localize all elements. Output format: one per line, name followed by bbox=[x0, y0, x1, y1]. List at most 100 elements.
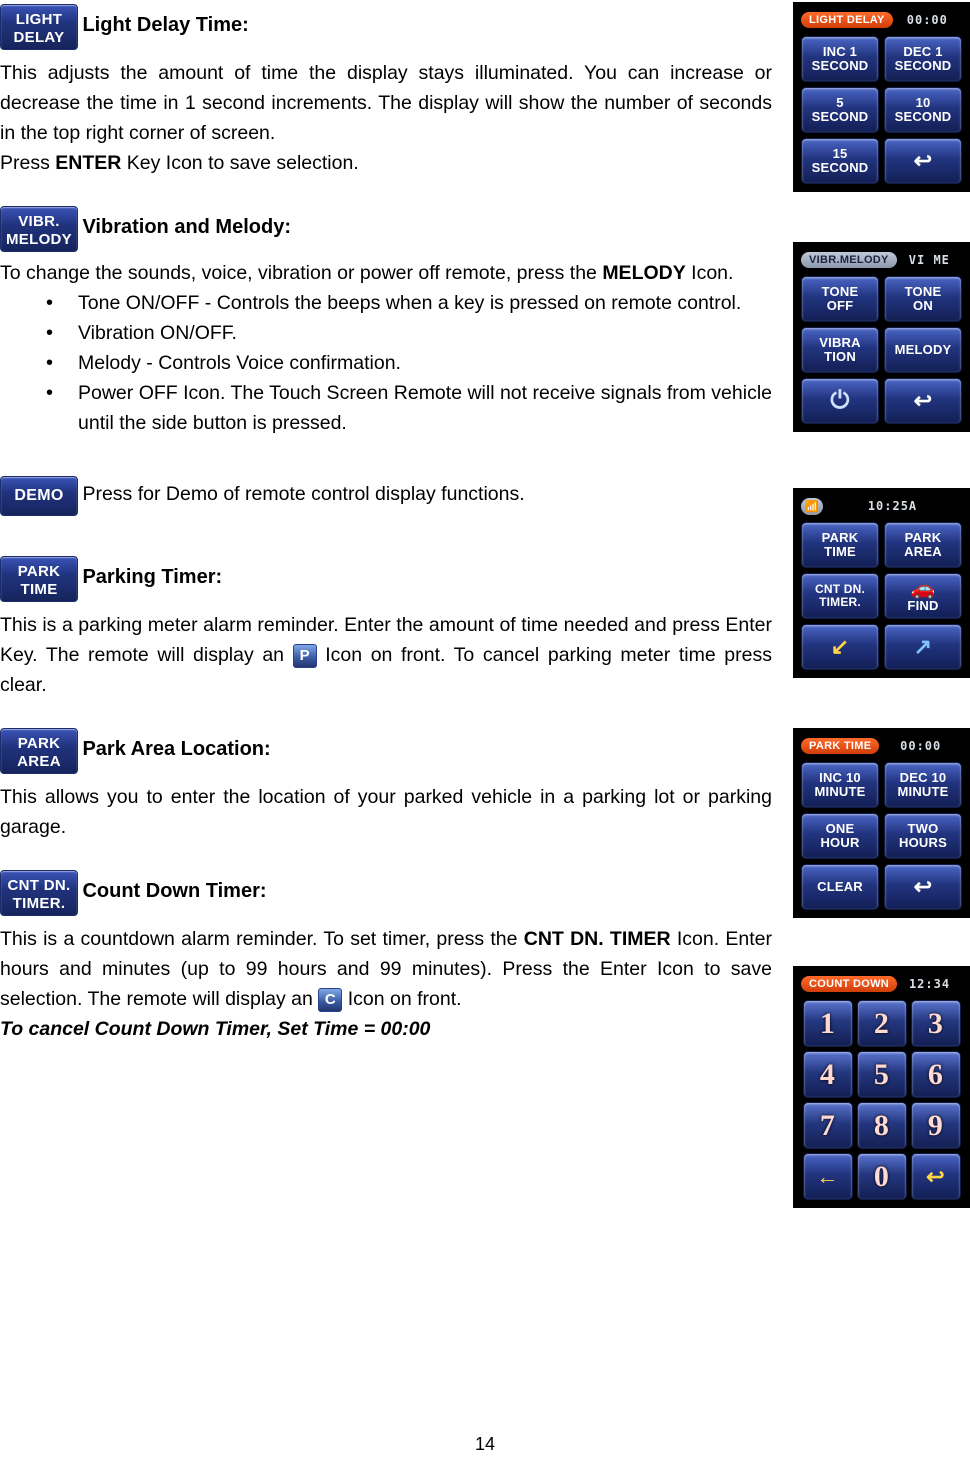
list-item: Tone ON/OFF - Controls the beeps when a … bbox=[40, 288, 772, 318]
scroll-down-left-icon[interactable]: ↙ bbox=[801, 624, 879, 670]
key-1[interactable]: 1 bbox=[802, 1000, 853, 1047]
list-item: Melody - Controls Voice confirmation. bbox=[40, 348, 772, 378]
key-0[interactable]: 0 bbox=[856, 1153, 907, 1200]
arrow-up-icon: ↗ bbox=[913, 634, 933, 659]
button-line-2: SECOND bbox=[894, 58, 952, 73]
screen-keypad: 1 2 3 4 5 6 7 8 9 ← 0 ↩ bbox=[799, 1000, 964, 1200]
button-line-2: AREA bbox=[904, 544, 942, 559]
arrow-left-icon: ← bbox=[816, 1163, 839, 1189]
button-line-2: SECOND bbox=[811, 160, 869, 175]
key-8[interactable]: 8 bbox=[856, 1102, 907, 1149]
enter-return-icon[interactable]: ↩ bbox=[910, 1153, 961, 1200]
scroll-up-right-icon[interactable]: ↗ bbox=[884, 624, 962, 670]
page-number: 14 bbox=[474, 1434, 496, 1454]
icon-line-1: DEMO bbox=[14, 487, 64, 504]
demo-icon[interactable]: DEMO bbox=[0, 476, 78, 516]
device-screens-column: LIGHT DELAY 00:00 INC 1 SECOND DEC 1 SEC… bbox=[793, 0, 970, 1208]
screen-value: 00:00 bbox=[906, 13, 948, 27]
button-line-1: CLEAR bbox=[817, 879, 863, 895]
enter-return-icon[interactable]: ↩ bbox=[884, 378, 962, 424]
dec-1-second-button[interactable]: DEC 1 SECOND bbox=[884, 36, 962, 82]
icon-line-2: DELAY bbox=[13, 29, 65, 46]
button-line-2: MINUTE bbox=[897, 784, 949, 799]
one-hour-button[interactable]: ONE HOUR bbox=[801, 813, 879, 859]
tone-on-button[interactable]: TONE ON bbox=[884, 276, 962, 322]
count-down-heading: Count Down Timer: bbox=[82, 880, 267, 903]
key-5[interactable]: 5 bbox=[856, 1051, 907, 1098]
button-line-2: TIME bbox=[824, 544, 856, 559]
clear-button[interactable]: CLEAR bbox=[801, 864, 879, 910]
melody-button[interactable]: MELODY bbox=[884, 327, 962, 373]
section-parking-timer: PARK TIME Parking Timer: This is a parki… bbox=[0, 556, 772, 700]
key-4[interactable]: 4 bbox=[802, 1051, 853, 1098]
screen-value: 10:25A bbox=[867, 499, 918, 513]
dec-10-minute-button[interactable]: DEC 10 MINUTE bbox=[884, 762, 962, 808]
button-line-2: TION bbox=[824, 349, 856, 364]
power-off-button[interactable]: ⏻ bbox=[801, 378, 879, 424]
screen-value: VI ME bbox=[908, 253, 950, 267]
key-7[interactable]: 7 bbox=[802, 1102, 853, 1149]
section-count-down-timer: CNT DN. TIMER. Count Down Timer: This is… bbox=[0, 870, 772, 1044]
screen-header: LIGHT DELAY 00:00 bbox=[799, 9, 964, 31]
button-line-1: DEC 10 bbox=[899, 770, 947, 786]
section-park-area: PARK AREA Park Area Location: This allow… bbox=[0, 728, 772, 842]
enter-return-icon[interactable]: ↩ bbox=[884, 138, 962, 184]
tone-off-button[interactable]: TONE OFF bbox=[801, 276, 879, 322]
10-second-button[interactable]: 10 SECOND bbox=[884, 87, 962, 133]
park-area-button[interactable]: PARK AREA bbox=[884, 522, 962, 568]
button-line-1: ONE bbox=[825, 821, 855, 837]
button-line-1: TWO bbox=[907, 821, 939, 837]
park-time-button[interactable]: PARK TIME bbox=[801, 522, 879, 568]
icon-line-1: PARK bbox=[17, 735, 61, 752]
list-item: Power OFF Icon. The Touch Screen Remote … bbox=[40, 378, 772, 438]
button-line-1: DEC 1 bbox=[903, 44, 943, 60]
button-line-2: SECOND bbox=[811, 109, 869, 124]
backspace-icon[interactable]: ← bbox=[802, 1153, 853, 1200]
light-delay-icon[interactable]: LIGHT DELAY bbox=[0, 4, 78, 50]
list-item: Vibration ON/OFF. bbox=[40, 318, 772, 348]
cnt-dn-timer-icon[interactable]: CNT DN. TIMER. bbox=[0, 870, 78, 916]
key-6[interactable]: 6 bbox=[910, 1051, 961, 1098]
button-line-2: ON bbox=[913, 298, 933, 313]
inc-10-minute-button[interactable]: INC 10 MINUTE bbox=[801, 762, 879, 808]
count-down-note: To cancel Count Down Timer, Set Time = 0… bbox=[0, 1018, 431, 1040]
key-2[interactable]: 2 bbox=[856, 1000, 907, 1047]
screen-title: LIGHT DELAY bbox=[801, 12, 893, 28]
screen-header: COUNT DOWN 12:34 bbox=[799, 973, 964, 995]
return-arrow-icon: ↩ bbox=[913, 874, 933, 899]
button-line-1: INC 10 bbox=[819, 770, 861, 786]
park-area-icon[interactable]: PARK AREA bbox=[0, 728, 78, 774]
section-vibration-melody: VIBR. MELODY Vibration and Melody: To ch… bbox=[0, 206, 772, 438]
button-line-1: PARK bbox=[904, 530, 942, 546]
park-time-icon[interactable]: PARK TIME bbox=[0, 556, 78, 602]
demo-text: Press for Demo of remote control display… bbox=[82, 483, 525, 506]
screen-buttons: PARK TIME PARK AREA CNT DN. TIMER. 🚗 FIN… bbox=[799, 522, 964, 670]
vibration-melody-icon[interactable]: VIBR. MELODY bbox=[0, 206, 78, 252]
countdown-c-icon: C bbox=[318, 987, 343, 1012]
15-second-button[interactable]: 15 SECOND bbox=[801, 138, 879, 184]
return-arrow-icon: ↩ bbox=[926, 1163, 945, 1189]
enter-return-icon[interactable]: ↩ bbox=[884, 864, 962, 910]
vibration-button[interactable]: VIBRA TION bbox=[801, 327, 879, 373]
light-delay-heading-line: LIGHT DELAY Light Delay Time: bbox=[0, 4, 772, 50]
inc-1-second-button[interactable]: INC 1 SECOND bbox=[801, 36, 879, 82]
find-button[interactable]: 🚗 FIND bbox=[884, 573, 962, 619]
vibr-melody-paragraph: To change the sounds, voice, vibration o… bbox=[0, 262, 734, 284]
park-area-heading-line: PARK AREA Park Area Location: bbox=[0, 728, 772, 774]
screen-value: 12:34 bbox=[908, 977, 951, 991]
button-line-2: MINUTE bbox=[814, 784, 866, 799]
status-icon: 📶 bbox=[801, 497, 823, 515]
5-second-button[interactable]: 5 SECOND bbox=[801, 87, 879, 133]
button-line-1: TONE bbox=[904, 284, 942, 300]
screen-title: COUNT DOWN bbox=[801, 976, 897, 992]
button-line-1: 5 bbox=[836, 95, 844, 111]
cnt-dn-timer-button[interactable]: CNT DN. TIMER. bbox=[801, 573, 879, 619]
key-3[interactable]: 3 bbox=[910, 1000, 961, 1047]
vibr-melody-heading: Vibration and Melody: bbox=[82, 216, 291, 239]
icon-line-2: MELODY bbox=[6, 231, 72, 248]
key-9[interactable]: 9 bbox=[910, 1102, 961, 1149]
power-icon: ⏻ bbox=[830, 387, 850, 414]
count-down-text-after: Icon on front. bbox=[347, 988, 462, 1010]
two-hours-button[interactable]: TWO HOURS bbox=[884, 813, 962, 859]
icon-line-2: TIME bbox=[20, 581, 58, 598]
